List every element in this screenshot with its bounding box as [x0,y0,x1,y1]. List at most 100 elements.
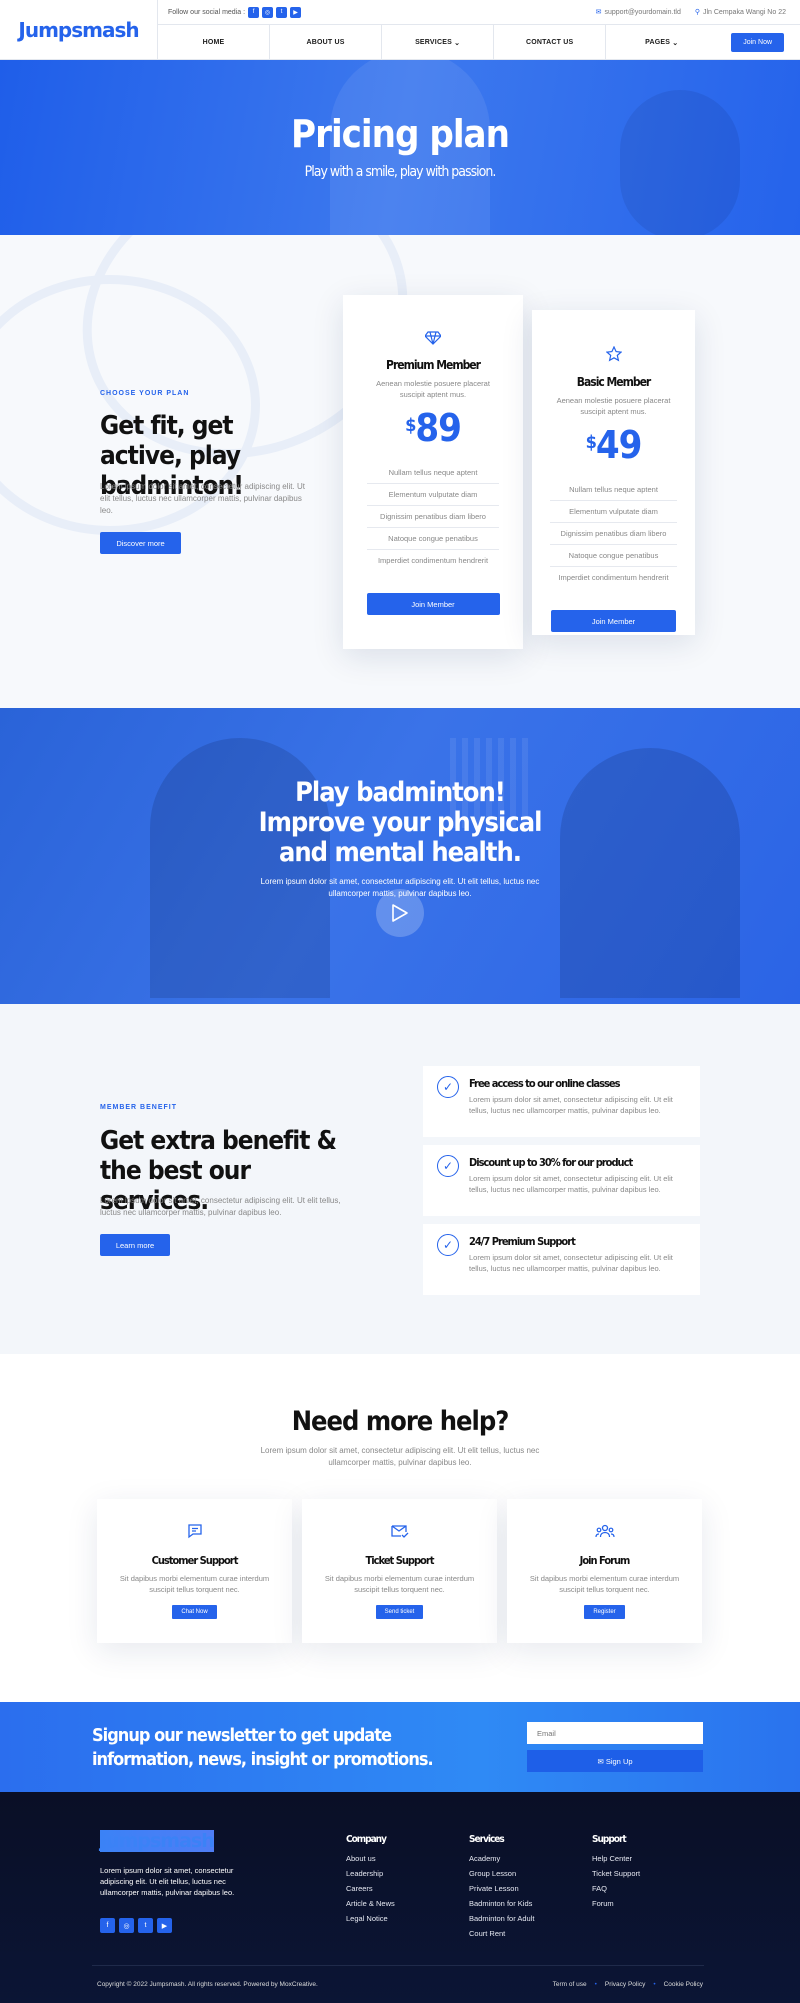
feature-item: Elementum vulputate diam [367,484,499,506]
privacy-link[interactable]: Privacy Policy [605,1981,645,1988]
footer-link[interactable]: Ticket Support [592,1869,640,1878]
email-input[interactable] [527,1722,703,1744]
address-contact: ⚲ Jln Cempaka Wangi No 22 [695,8,786,16]
footer-link[interactable]: Badminton for Adult [469,1914,534,1923]
separator-dot: • [594,1981,597,1988]
newsletter-title: Signup our newsletter to get update info… [92,1725,434,1770]
discover-more-button[interactable]: Discover more [100,532,181,554]
footer-divider [92,1965,704,1966]
pricing-card-basic: Basic Member Aenean molestie posuere pla… [532,310,695,635]
help-card-description: Sit dapibus morbi elementum curae interd… [119,1574,270,1594]
benefit-section: MEMBER BENEFIT Get extra benefit & the b… [0,1004,800,1354]
facebook-icon[interactable]: f [100,1918,115,1933]
footer-link[interactable]: Court Rent [469,1929,534,1938]
plan-description: Aenean molestie posuere placerat suscipi… [556,396,671,416]
join-member-button[interactable]: Join Member [366,593,500,615]
nav-home[interactable]: HOME [158,25,271,60]
nav-pages[interactable]: PAGES ⌄ [606,25,717,60]
register-button[interactable]: Register [584,1605,625,1619]
help-card-title: Join Forum [579,1554,631,1567]
video-title: Play badminton! Improve your physical an… [258,777,543,868]
section-description: Lorem ipsum dolor sit amet, consectetur … [100,482,305,515]
feature-item: Natoque congue penatibus [367,528,499,550]
pricing-section: CHOOSE YOUR PLAN Get fit, get active, pl… [0,235,800,708]
join-now-button[interactable]: Join Now [731,33,785,52]
chat-icon [97,1523,292,1544]
terms-link[interactable]: Term of use [553,1981,587,1988]
footer-link[interactable]: Leadership [346,1869,395,1878]
footer-link[interactable]: Help Center [592,1854,640,1863]
learn-more-button[interactable]: Learn more [100,1234,170,1256]
sign-up-button[interactable]: ✉ Sign Up [527,1750,703,1772]
footer-column-title: Services [469,1834,505,1845]
join-member-button[interactable]: Join Member [551,610,676,632]
benefit-card: ✓ Free access to our online classes Lore… [423,1066,700,1137]
price-value: 89 [415,406,462,450]
check-circle-icon: ✓ [437,1155,459,1177]
nav-contact-us[interactable]: CONTACT US [494,25,607,60]
play-video-button[interactable] [376,889,424,937]
footer-column-title: Support [592,1834,627,1845]
location-pin-icon: ⚲ [694,9,700,16]
feature-item: Elementum vulputate diam [550,501,677,523]
mail-check-icon [302,1523,497,1544]
section-description: Lorem ipsum dolor sit amet, consectetur … [100,1196,341,1217]
feature-list: Nullam tellus neque aptent Elementum vul… [550,479,677,588]
footer-column-title: Company [346,1834,387,1845]
users-icon [507,1523,702,1544]
footer-link[interactable]: Legal Notice [346,1914,395,1923]
player-background-figure [560,748,740,998]
plan-name: Basic Member [576,375,652,389]
legal-links: Term of use • Privacy Policy • Cookie Po… [553,1981,703,1988]
mail-icon: ✉ [595,9,602,16]
section-description: Lorem ipsum dolor sit amet, consectetur … [260,1446,540,1467]
nav-services[interactable]: SERVICES ⌄ [382,25,495,60]
social-label: Follow our social media : [168,8,246,16]
email-contact[interactable]: ✉ support@yourdomain.tld [596,8,681,16]
pricing-card-premium: Premium Member Aenean molestie posuere p… [343,295,523,649]
youtube-icon[interactable]: ▶ [290,6,302,18]
footer-link[interactable]: Private Lesson [469,1884,534,1893]
cookie-link[interactable]: Cookie Policy [664,1981,703,1988]
footer-link[interactable]: FAQ [592,1884,640,1893]
help-card-description: Sit dapibus morbi elementum curae interd… [324,1574,475,1594]
logo-link[interactable]: Jumpsmash [0,0,158,60]
facebook-icon[interactable]: f [248,6,260,18]
instagram-icon[interactable]: ◎ [119,1918,134,1933]
chat-now-button[interactable]: Chat Now [172,1605,217,1619]
copyright-text: Copyright © 2022 Jumpsmash. All rights r… [97,1981,318,1988]
address-text: Jln Cempaka Wangi No 22 [702,9,786,16]
nav-about-us[interactable]: ABOUT US [270,25,383,60]
hero-subtitle: Play with a smile, play with passion. [304,164,497,180]
benefit-title: 24/7 Premium Support [469,1235,576,1248]
help-card-title: Ticket Support [365,1554,435,1567]
instagram-icon[interactable]: ◎ [262,6,274,18]
plan-description: Aenean molestie posuere placerat suscipi… [376,379,490,399]
help-card-title: Customer Support [151,1554,239,1567]
chevron-down-icon: ⌄ [672,39,679,47]
benefit-card: ✓ Discount up to 30% for our product Lor… [423,1145,700,1216]
footer-link[interactable]: Academy [469,1854,534,1863]
check-circle-icon: ✓ [437,1076,459,1098]
footer-link[interactable]: About us [346,1854,395,1863]
twitter-icon[interactable]: t [276,6,288,18]
twitter-icon[interactable]: t [138,1918,153,1933]
site-footer: Jumpsmash Lorem ipsum dolor sit amet, co… [0,1792,800,2003]
feature-item: Nullam tellus neque aptent [367,462,499,484]
footer-link[interactable]: Badminton for Kids [469,1899,534,1908]
email-text: support@yourdomain.tld [604,9,681,16]
check-circle-icon: ✓ [437,1234,459,1256]
footer-link[interactable]: Forum [592,1899,640,1908]
footer-link[interactable]: Group Lesson [469,1869,534,1878]
chevron-down-icon: ⌄ [454,39,461,47]
help-card-ticket-support: Ticket Support Sit dapibus morbi element… [302,1499,497,1643]
section-kicker: CHOOSE YOUR PLAN [100,390,190,397]
benefit-card: ✓ 24/7 Premium Support Lorem ipsum dolor… [423,1224,700,1295]
section-title: Need more help? [291,1406,510,1437]
youtube-icon[interactable]: ▶ [157,1918,172,1933]
footer-logo[interactable]: Jumpsmash [100,1830,215,1852]
mail-icon: ✉ [597,1756,606,1766]
footer-link[interactable]: Careers [346,1884,395,1893]
send-ticket-button[interactable]: Send ticket [375,1605,424,1619]
footer-link[interactable]: Article & News [346,1899,395,1908]
